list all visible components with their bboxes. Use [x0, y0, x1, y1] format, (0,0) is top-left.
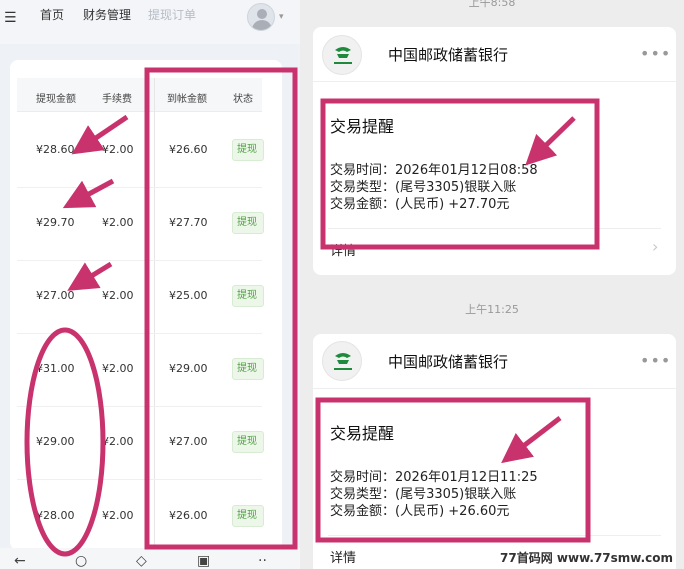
message-timestamp: 上午11:25 — [465, 303, 519, 316]
nav-item-home[interactable]: 首页 — [40, 6, 64, 23]
cell-received-amount: ¥25.00 — [169, 289, 208, 302]
cell-received-amount: ¥29.00 — [169, 362, 208, 375]
cell-fee: ¥2.00 — [102, 216, 134, 229]
cell-received-amount: ¥26.00 — [169, 509, 208, 522]
bottom-nav-bar — [0, 548, 300, 569]
status-badge: 提现 — [232, 505, 264, 527]
more-icon[interactable]: ·· — [258, 553, 267, 569]
cell-withdraw-amount: ¥29.70 — [36, 216, 75, 229]
card-divider — [313, 388, 676, 389]
header-received-amount: 到帐金额 — [167, 94, 207, 105]
row-divider — [17, 333, 262, 334]
cell-withdraw-amount: ¥29.00 — [36, 435, 75, 448]
transaction-amount: 交易金额：(人民币) +26.60元 — [330, 504, 510, 519]
details-link[interactable]: 详情 — [330, 240, 356, 259]
cell-fee: ¥2.00 — [102, 509, 134, 522]
postal-bank-logo-icon — [322, 35, 362, 75]
watermark: 77首码网 www.77smw.com — [500, 549, 673, 566]
bank-name: 中国邮政储蓄银行 — [388, 46, 509, 64]
top-nav-bar: ☰ 首页 财务管理 提现订单 ▾ — [0, 0, 300, 44]
card-divider — [313, 81, 676, 82]
status-badge: 提现 — [232, 139, 264, 161]
status-badge: 提现 — [232, 358, 264, 380]
nav-item-withdraw-orders[interactable]: 提现订单 — [148, 6, 196, 23]
back-icon[interactable]: ← — [14, 553, 26, 569]
search-icon[interactable]: ○ — [75, 553, 87, 569]
watermark-url: www.77smw.com — [556, 551, 674, 565]
watermark-brand: 77首码网 — [500, 551, 553, 565]
cell-withdraw-amount: ¥28.00 — [36, 509, 75, 522]
home-icon[interactable]: ◇ — [136, 553, 147, 569]
bank-name: 中国邮政储蓄银行 — [388, 353, 509, 371]
chevron-down-icon[interactable]: ▾ — [279, 12, 284, 22]
row-divider — [17, 260, 262, 261]
cell-received-amount: ¥27.00 — [169, 435, 208, 448]
header-fee: 手续费 — [102, 94, 132, 105]
card-divider — [328, 228, 661, 229]
bank-messages-panel: 上午8:58 中国邮政储蓄银行 ••• 交易提醒 交易时间：2026年01月12… — [300, 0, 684, 569]
status-badge: 提现 — [232, 431, 264, 453]
cell-fee: ¥2.00 — [102, 289, 134, 302]
cell-fee: ¥2.00 — [102, 435, 134, 448]
notice-title: 交易提醒 — [330, 424, 395, 443]
cell-fee: ¥2.00 — [102, 362, 134, 375]
row-divider — [17, 406, 262, 407]
nav-item-finance[interactable]: 财务管理 — [83, 6, 131, 23]
details-link[interactable]: 详情 — [330, 547, 356, 566]
status-badge: 提现 — [232, 285, 264, 307]
message-timestamp: 上午8:58 — [468, 0, 516, 9]
transaction-amount: 交易金额：(人民币) +27.70元 — [330, 197, 510, 212]
card-divider — [328, 535, 661, 536]
header-status: 状态 — [233, 94, 253, 105]
cell-withdraw-amount: ¥27.00 — [36, 289, 75, 302]
more-dots-icon[interactable]: ••• — [640, 351, 671, 370]
cell-received-amount: ¥26.60 — [169, 143, 208, 156]
user-avatar-icon[interactable] — [247, 3, 275, 31]
cell-withdraw-amount: ¥28.60 — [36, 143, 75, 156]
row-divider — [17, 187, 262, 188]
postal-bank-logo-icon — [322, 341, 362, 381]
menu-icon[interactable]: ☰ — [4, 10, 17, 26]
cell-withdraw-amount: ¥31.00 — [36, 362, 75, 375]
cell-received-amount: ¥27.70 — [169, 216, 208, 229]
row-divider — [17, 479, 262, 480]
bag-icon[interactable]: ▣ — [197, 553, 210, 569]
cell-fee: ¥2.00 — [102, 143, 134, 156]
withdrawal-app-panel: ☰ 首页 财务管理 提现订单 ▾ 提现金额 手续费 到帐金额 状态 ¥28.60… — [0, 0, 300, 569]
status-badge: 提现 — [232, 212, 264, 234]
header-withdraw-amount: 提现金额 — [36, 94, 76, 105]
more-dots-icon[interactable]: ••• — [640, 44, 671, 63]
column-divider — [154, 78, 155, 548]
notice-title: 交易提醒 — [330, 117, 395, 136]
chevron-right-icon[interactable]: › — [652, 237, 658, 256]
